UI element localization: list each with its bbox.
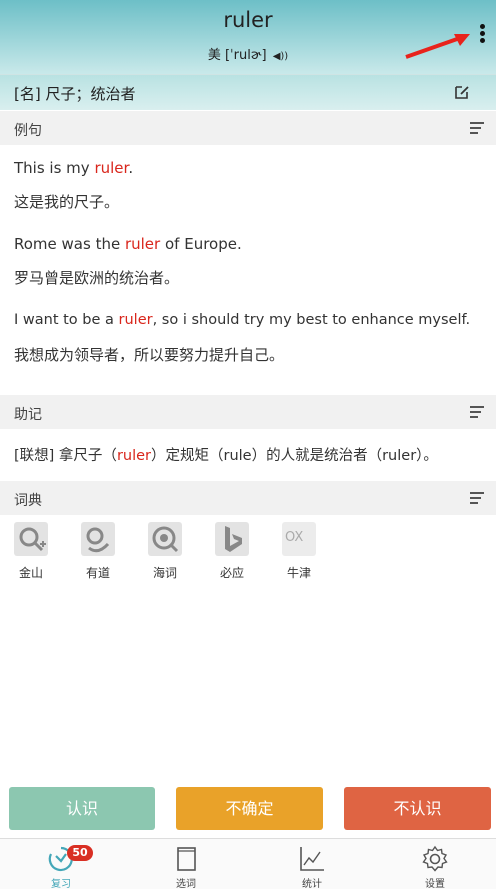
mnemonic-text: [联想] 拿尺子（ruler）定规矩（rule）的人就是统治者（ruler）。 (14, 444, 438, 465)
dict-label: 牛津 (286, 566, 311, 580)
phonetic-region: 美 (207, 48, 221, 63)
highlight-word: ruler (116, 448, 151, 464)
menu-icon[interactable] (470, 492, 484, 504)
dict-youdao[interactable]: 有道 (78, 522, 118, 581)
headword: ruler (223, 8, 273, 32)
oxford-logo-text: OX (285, 530, 304, 545)
dict-bing[interactable]: 必应 (212, 522, 252, 581)
highlight-word: ruler (118, 312, 153, 328)
mnemonic-section-header: 助记 (0, 395, 496, 429)
action-buttons: 认识 不确定 不认识 (0, 787, 496, 831)
phonetic-text: [ˈrulɚ] (224, 48, 267, 63)
example-text: Rome was the (14, 235, 125, 253)
mnemonic-part: ）定规矩（rule）的人就是统治者（ruler）。 (151, 448, 438, 464)
dictionary-list: 金山 有道 海词 必应 OX 牛津 (0, 520, 496, 590)
dict-oxford[interactable]: OX 牛津 (279, 522, 319, 581)
gear-icon (422, 845, 448, 872)
chart-icon (300, 847, 324, 871)
example-text: This is my (14, 159, 95, 177)
section-title: 例句 (14, 123, 42, 139)
tab-label: 统计 (302, 879, 322, 889)
unsure-button[interactable]: 不确定 (176, 787, 323, 830)
jinshan-icon (14, 522, 48, 556)
bottom-tab-bar: 复习 50 选词 统计 设置 (0, 838, 496, 889)
tab-label: 设置 (425, 879, 445, 889)
dict-label: 必应 (219, 566, 244, 580)
oxford-icon: OX (282, 522, 316, 556)
tab-settings[interactable]: 设置 (395, 839, 475, 889)
example-en: I want to be a ruler, so i should try my… (14, 312, 470, 328)
tab-label: 复习 (51, 879, 71, 889)
mnemonic-part: [联想] 拿尺子（ (14, 448, 117, 464)
example-text: I want to be a (14, 312, 119, 328)
dict-haici[interactable]: 海词 (145, 522, 185, 581)
example-text: of Europe. (160, 235, 242, 253)
know-button[interactable]: 认识 (9, 787, 155, 830)
dont-know-button[interactable]: 不认识 (344, 787, 491, 830)
section-title: 词典 (14, 493, 42, 509)
example-en: This is my ruler. (14, 159, 133, 177)
book-icon (177, 847, 196, 871)
section-title: 助记 (14, 407, 42, 423)
menu-icon[interactable] (470, 122, 484, 134)
definition-text: [名] 尺子；统治者 (14, 85, 136, 103)
highlight-word: ruler (124, 235, 161, 253)
dictionary-section-header: 词典 (0, 481, 496, 515)
review-count-badge: 50 (67, 845, 93, 861)
examples-section-header: 例句 (0, 111, 496, 145)
speaker-icon[interactable]: ◀)) (273, 51, 289, 62)
word-header: ruler 美 [ˈrulɚ] ◀)) (0, 0, 496, 74)
example-zh: 这是我的尺子。 (14, 193, 120, 211)
example-zh: 罗马曾是欧洲的统治者。 (14, 269, 180, 287)
example-en: Rome was the ruler of Europe. (14, 235, 242, 253)
dict-label: 金山 (18, 566, 43, 580)
highlight-word: ruler (94, 159, 129, 177)
example-text: , so i should try my best to enhance mys… (152, 312, 471, 328)
youdao-icon (81, 522, 115, 556)
menu-icon[interactable] (470, 406, 484, 418)
edit-icon[interactable] (454, 84, 470, 100)
tab-review[interactable]: 复习 50 (21, 839, 101, 889)
tab-label: 选词 (176, 879, 196, 889)
haici-icon (148, 522, 182, 556)
more-vertical-icon[interactable] (476, 24, 488, 50)
definition-bar: [名] 尺子；统治者 (0, 74, 496, 110)
dict-jinshan[interactable]: 金山 (11, 522, 51, 581)
arrow-annotation-icon (405, 34, 470, 59)
bing-icon (215, 522, 249, 556)
dict-label: 有道 (85, 566, 110, 580)
tab-statistics[interactable]: 统计 (272, 839, 352, 889)
tab-select-words[interactable]: 选词 (146, 839, 226, 889)
example-text: . (128, 159, 134, 177)
dict-label: 海词 (152, 566, 177, 580)
example-zh: 我想成为领导者，所以要努力提升自己。 (14, 346, 285, 364)
